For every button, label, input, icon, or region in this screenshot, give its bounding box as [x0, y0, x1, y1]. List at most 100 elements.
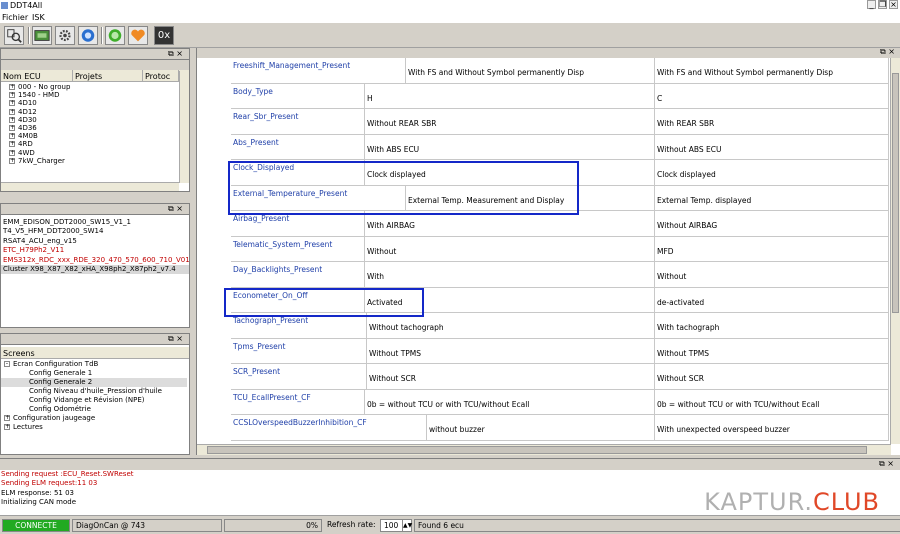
close-icon[interactable]: ×	[889, 0, 898, 9]
refresh-rate-spinner[interactable]: ▲▼	[402, 519, 412, 532]
parameter-row: Day_Backlights_Present With Without	[231, 262, 889, 288]
screen-tree-item[interactable]: Config Generale 2	[1, 378, 187, 387]
parameter-row: Rear_Sbr_Present Without REAR SBR With REA…	[231, 109, 889, 135]
screen-tree-item[interactable]: Config Vidange et Révision (NPE)	[1, 396, 189, 405]
current-value[interactable]: 0b = without TCU or with TCU/without Eca…	[365, 389, 655, 415]
reference-value: Without TPMS	[655, 338, 889, 364]
adapter-label: DiagOnCan @ 743	[72, 519, 222, 532]
ecu-file-item[interactable]: ETC_H79Ph2_V11	[1, 246, 189, 255]
menu-fichier[interactable]: Fichier	[2, 13, 28, 22]
screen-tree-item[interactable]: - Ecran Configuration TdB	[1, 360, 189, 369]
current-value[interactable]: Without REAR SBR	[365, 109, 655, 135]
current-value[interactable]: Without	[365, 236, 655, 262]
ecu-file-item[interactable]: T4_V5_HFM_DDT2000_SW14	[1, 227, 189, 236]
ecu-tree-item[interactable]: +4RD	[1, 140, 189, 148]
current-value[interactable]: Without SCR	[367, 364, 655, 390]
toolbar: 0x	[0, 23, 900, 48]
ecu-tree-item[interactable]: +1540 - HMD	[1, 91, 189, 99]
ecu-tree-item[interactable]: +4M0B	[1, 132, 189, 140]
current-value[interactable]: without buzzer	[427, 415, 655, 441]
ecu-file-item[interactable]: Cluster X98_X87_X82_xHA_X98ph2_X87ph2_v7…	[1, 264, 189, 275]
zoom-button[interactable]: 0x	[154, 26, 174, 45]
parameter-row: Abs_Present With ABS ECU Without ABS ECU	[231, 134, 889, 160]
expand-icon[interactable]: +	[9, 133, 15, 140]
ecu-tree-item[interactable]: +4D12	[1, 108, 189, 116]
grid-vscrollbar[interactable]	[890, 58, 900, 444]
expand-icon[interactable]: +	[9, 116, 15, 123]
col-projets[interactable]: Projets	[73, 70, 143, 81]
float-icon[interactable]: ⧉ ×	[168, 334, 183, 344]
scroll-thumb[interactable]	[892, 73, 899, 313]
expand-icon[interactable]: +	[4, 415, 10, 421]
expand-icon[interactable]: +	[9, 124, 15, 131]
current-value[interactable]: Without TPMS	[367, 338, 655, 364]
favorite-button[interactable]	[128, 26, 148, 45]
magnifier-icon	[7, 29, 22, 43]
current-value[interactable]: H	[365, 83, 655, 109]
menu-isk[interactable]: ISK	[32, 13, 45, 22]
ecu-file-item[interactable]: RSAT4_ACU_eng_v15	[1, 237, 189, 246]
screen-tree-item[interactable]: + Configuration jaugeage	[1, 414, 189, 423]
grid-hscrollbar[interactable]	[197, 444, 891, 455]
settings-button[interactable]	[55, 26, 75, 45]
ecu-tree-item[interactable]: +4WD	[1, 149, 189, 157]
minimize-icon[interactable]: _	[867, 0, 876, 9]
expand-icon[interactable]: +	[9, 157, 15, 164]
screen-tree-item[interactable]: Config Niveau d'huile_Pression d'huile	[1, 387, 189, 396]
ecu-file-item[interactable]: EMM_EDISON_DDT2000_SW15_V1_1	[1, 218, 189, 227]
watermark-logo: KAPTUR.CLUB	[704, 488, 880, 516]
log-button[interactable]	[105, 26, 125, 45]
expand-icon[interactable]: +	[9, 100, 15, 107]
current-value[interactable]: With	[365, 262, 655, 288]
reference-value: With FS and Without Symbol permanently D…	[655, 58, 889, 84]
col-nom-ecu[interactable]: Nom ECU	[1, 70, 73, 81]
expand-icon[interactable]: -	[4, 361, 10, 367]
reference-value: Without SCR	[655, 364, 889, 390]
expand-icon[interactable]: +	[9, 149, 15, 156]
parameter-name: Abs_Present	[231, 134, 365, 160]
float-icon[interactable]: ⧉ ×	[168, 49, 183, 59]
parameter-grid: Freeshift_Management_Present With FS and …	[231, 58, 889, 444]
parameter-row: CCSLOverspeedBuzzerInhibition_CF without …	[231, 415, 889, 441]
ecu-file-item[interactable]: EMS312x_RDC_xxx_RDE_320_470_570_600_710_…	[1, 256, 189, 265]
refresh-button[interactable]	[78, 26, 98, 45]
ecu-tree-item[interactable]: +000 - No group	[1, 83, 189, 91]
hscroll-thumb[interactable]	[207, 446, 867, 454]
parameter-name: Tpms_Present	[231, 338, 367, 364]
expand-icon[interactable]: +	[4, 424, 10, 430]
screen-tree-item[interactable]: Config Odométrie	[1, 405, 189, 414]
expand-icon[interactable]: +	[9, 84, 15, 90]
parameter-row: SCR_Present Without SCR Without SCR	[231, 364, 889, 390]
ecu-tree-item[interactable]: +4D36	[1, 124, 189, 132]
float-icon[interactable]: ⧉ ×	[879, 459, 894, 469]
reference-value: MFD	[655, 236, 889, 262]
ecu-tree-item[interactable]: +4D10	[1, 99, 189, 107]
reference-value: With unexpected overspeed buzzer	[655, 415, 889, 441]
app-icon	[1, 2, 8, 9]
ecu-panel: ⧉ × Nom ECU Projets Protoc +000 - No gro…	[0, 48, 190, 192]
connect-button[interactable]	[32, 26, 52, 45]
ecu-table-header: Nom ECU Projets Protoc	[1, 70, 189, 82]
ecu-scrollbar[interactable]	[179, 71, 189, 183]
float-icon[interactable]: ⧉ ×	[168, 204, 183, 214]
ecu-tree-item[interactable]: +7kW_Charger	[1, 157, 189, 165]
reference-value: 0b = without TCU or with TCU/without Eca…	[655, 389, 889, 415]
ecu-hscrollbar[interactable]	[1, 182, 179, 191]
current-value[interactable]: With FS and Without Symbol permanently D…	[406, 58, 655, 84]
highlight-box-clock-temp	[228, 161, 579, 215]
parameter-row: Freeshift_Management_Present With FS and …	[231, 58, 889, 84]
col-protocol[interactable]: Protoc	[143, 70, 179, 81]
float-icon[interactable]: ⧉ ×	[880, 47, 895, 57]
expand-icon[interactable]: +	[9, 108, 15, 115]
screen-tree-item[interactable]: Config Generale 1	[1, 369, 189, 378]
screen-tree-item[interactable]: + Lectures	[1, 423, 189, 432]
ecu-tree-item[interactable]: +4D30	[1, 116, 189, 124]
restore-icon[interactable]: ❐	[878, 0, 887, 9]
expand-icon[interactable]: +	[9, 141, 15, 148]
refresh-rate-label: Refresh rate:	[327, 520, 376, 529]
parameter-name: Body_Type	[231, 83, 365, 109]
expand-icon[interactable]: +	[9, 92, 15, 99]
scan-ecu-button[interactable]	[4, 26, 24, 45]
title-bar: DDT4All _ ❐ ×	[0, 0, 900, 12]
current-value[interactable]: With ABS ECU	[365, 134, 655, 160]
